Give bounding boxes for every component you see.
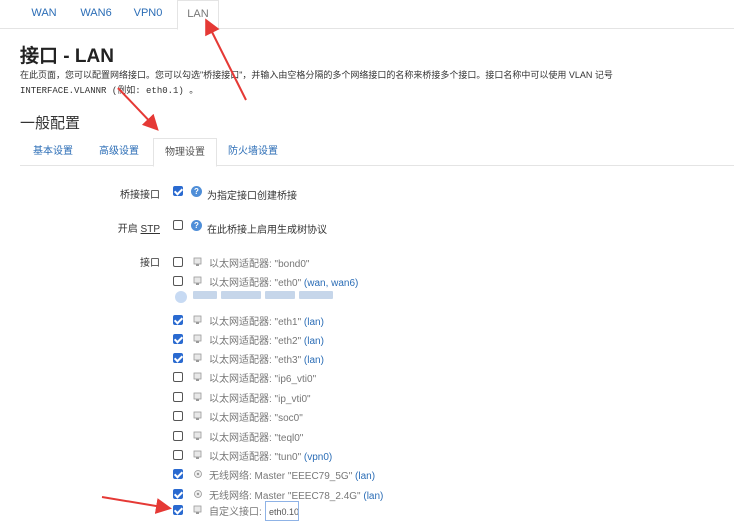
interface-tabs: WAN WAN6 VPN0 LAN (0, 0, 734, 30)
page-description-example: INTERFACE.VLANNR (例如: eth0.1) 。 (20, 86, 199, 96)
stp-help-text: 在此桥接上启用生成树协议 (207, 225, 327, 236)
bridge-help-text: 为指定接口创建桥接 (207, 191, 297, 202)
interface-label: 无线网络: Master "EEEC78_2.4G" (lan) (209, 487, 383, 502)
bridge-checkbox[interactable] (173, 186, 183, 196)
interface-row: 无线网络: Master "EEEC79_5G" (lan) (0, 466, 734, 482)
tab-firewall-settings[interactable]: 防火墙设置 (218, 138, 288, 164)
ethernet-adapter-icon (193, 372, 202, 381)
tab-wan[interactable]: WAN (24, 0, 64, 27)
section-title: 一般配置 (20, 115, 81, 132)
interface-row: 以太网适配器: "eth3" (lan) (0, 350, 734, 366)
tab-lan[interactable]: LAN (177, 0, 219, 30)
interface-label: 以太网适配器: "ip6_vti0" (209, 370, 316, 385)
tab-wan6[interactable]: WAN6 (74, 0, 118, 27)
ethernet-adapter-icon (193, 315, 202, 324)
interface-name: 以太网适配器: "eth3" (209, 355, 302, 366)
interface-checkbox[interactable] (173, 353, 183, 363)
interface-name: 以太网适配器: "soc0" (209, 413, 303, 424)
stp-label: 开启 STP (118, 220, 160, 235)
interface-name: 以太网适配器: "eth2" (209, 336, 302, 347)
tab-physical-settings[interactable]: 物理设置 (153, 138, 217, 167)
page-description: 在此页面，您可以配置网络接口。您可以勾选"桥接接口"，并输入由空格分隔的多个网络… (20, 70, 613, 80)
interface-checkbox[interactable] (173, 257, 183, 267)
interface-name: 无线网络: Master "EEEC79_5G" (209, 471, 353, 482)
help-icon: ? (191, 220, 202, 231)
interface-label: 以太网适配器: "soc0" (209, 409, 303, 424)
ethernet-adapter-icon (193, 505, 202, 514)
interface-row: 以太网适配器: "eth1" (lan) (0, 312, 734, 328)
help-icon: ? (191, 186, 202, 197)
interface-network-link[interactable]: (lan) (363, 491, 383, 502)
interface-row: 以太网适配器: "eth2" (lan) (0, 331, 734, 347)
interface-checkbox[interactable] (173, 411, 183, 421)
interface-row: 以太网适配器: "bond0" (0, 254, 734, 270)
interface-checkbox[interactable] (173, 276, 183, 286)
interface-checkbox[interactable] (173, 489, 183, 499)
interface-network-link[interactable]: (lan) (355, 471, 375, 482)
custom-interface-label: 自定义接口: (209, 507, 262, 518)
interface-name: 以太网适配器: "ip6_vti0" (209, 374, 317, 385)
settings-tabs: 基本设置 高级设置 物理设置 防火墙设置 (20, 138, 734, 167)
tab-advanced-settings[interactable]: 高级设置 (88, 138, 150, 164)
stp-checkbox[interactable] (173, 220, 183, 230)
interface-name: 以太网适配器: "bond0" (209, 259, 310, 270)
interface-name: 以太网适配器: "eth1" (209, 317, 302, 328)
custom-interface-checkbox[interactable] (173, 505, 183, 515)
interface-label: 以太网适配器: "teql0" (209, 429, 303, 444)
tab-vpn0[interactable]: VPN0 (126, 0, 170, 27)
interface-label: 以太网适配器: "bond0" (209, 255, 309, 270)
bridge-label: 桥接接口 (120, 190, 160, 201)
ethernet-adapter-icon (193, 334, 202, 343)
interface-name: 以太网适配器: "tun0" (209, 452, 302, 463)
interface-row: 以太网适配器: "ip6_vti0" (0, 369, 734, 385)
annotation-arrow-lan-tab (205, 18, 247, 101)
interface-name: 以太网适配器: "ip_vti0" (209, 394, 311, 405)
tab-basic-settings[interactable]: 基本设置 (20, 138, 86, 164)
interface-row: 以太网适配器: "ip_vti0" (0, 389, 734, 405)
interface-row: 以太网适配器: "eth0" (wan, wan6) (0, 273, 734, 289)
ethernet-adapter-icon (193, 431, 202, 440)
redacted-row (175, 287, 335, 303)
ethernet-adapter-icon (193, 257, 202, 266)
interface-network-link[interactable]: (lan) (304, 317, 324, 328)
ethernet-adapter-icon (193, 411, 202, 420)
stp-label-prefix: 开启 (117, 224, 141, 235)
interface-row: 以太网适配器: "soc0" (0, 408, 734, 424)
interface-checkbox[interactable] (173, 450, 183, 460)
wireless-icon (194, 470, 202, 478)
page-title: 接口 - LAN (20, 46, 114, 67)
interface-name: 以太网适配器: "teql0" (209, 433, 304, 444)
interface-label: 以太网适配器: "eth1" (lan) (209, 313, 324, 328)
interface-row: 以太网适配器: "teql0" (0, 428, 734, 444)
ethernet-adapter-icon (193, 276, 202, 285)
interface-checkbox[interactable] (173, 431, 183, 441)
interface-label: 以太网适配器: "eth2" (lan) (209, 332, 324, 347)
interface-label: 以太网适配器: "ip_vti0" (209, 390, 311, 405)
interface-network-link[interactable]: (lan) (304, 336, 324, 347)
interface-row: 以太网适配器: "tun0" (vpn0) (0, 447, 734, 463)
interface-network-link[interactable]: (vpn0) (304, 452, 332, 463)
custom-interface-input[interactable]: eth0.10 (265, 501, 299, 521)
custom-interface-row: 自定义接口: (0, 502, 734, 518)
interface-row: 无线网络: Master "EEEC78_2.4G" (lan) (0, 486, 734, 502)
interface-label: 以太网适配器: "eth3" (lan) (209, 351, 324, 366)
interface-checkbox[interactable] (173, 315, 183, 325)
ethernet-adapter-icon (193, 450, 202, 459)
wireless-icon (194, 490, 202, 498)
interface-label: 以太网适配器: "tun0" (vpn0) (209, 448, 332, 463)
interface-checkbox[interactable] (173, 372, 183, 382)
interface-checkbox[interactable] (173, 469, 183, 479)
interface-checkbox[interactable] (173, 334, 183, 344)
interface-network-link[interactable]: (lan) (304, 355, 324, 366)
stp-label-abbr: STP (140, 224, 160, 235)
ethernet-adapter-icon (193, 392, 202, 401)
ethernet-adapter-icon (193, 353, 202, 362)
interface-checkbox[interactable] (173, 392, 183, 402)
interface-label: 无线网络: Master "EEEC79_5G" (lan) (209, 467, 375, 482)
